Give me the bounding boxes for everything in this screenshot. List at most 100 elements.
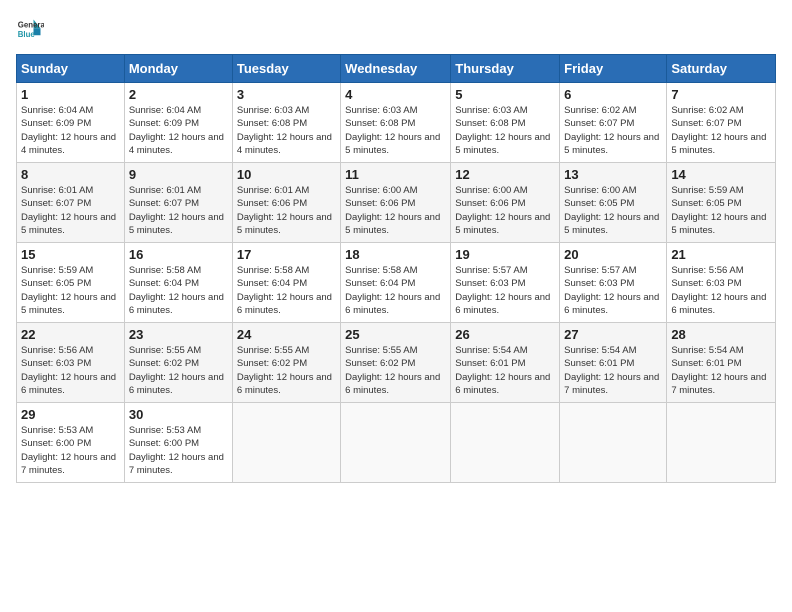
calendar-cell: 24 Sunrise: 5:55 AMSunset: 6:02 PMDaylig…	[232, 323, 340, 403]
day-info: Sunrise: 5:56 AMSunset: 6:03 PMDaylight:…	[671, 264, 771, 317]
calendar-week-2: 8 Sunrise: 6:01 AMSunset: 6:07 PMDayligh…	[17, 163, 776, 243]
calendar-cell: 1 Sunrise: 6:04 AMSunset: 6:09 PMDayligh…	[17, 83, 125, 163]
calendar-cell: 8 Sunrise: 6:01 AMSunset: 6:07 PMDayligh…	[17, 163, 125, 243]
calendar-header: SundayMondayTuesdayWednesdayThursdayFrid…	[17, 55, 776, 83]
day-info: Sunrise: 6:03 AMSunset: 6:08 PMDaylight:…	[455, 104, 555, 157]
day-number: 5	[455, 87, 555, 102]
calendar-cell: 28 Sunrise: 5:54 AMSunset: 6:01 PMDaylig…	[667, 323, 776, 403]
day-number: 1	[21, 87, 120, 102]
calendar-cell: 23 Sunrise: 5:55 AMSunset: 6:02 PMDaylig…	[124, 323, 232, 403]
day-info: Sunrise: 5:56 AMSunset: 6:03 PMDaylight:…	[21, 344, 120, 397]
calendar-cell: 12 Sunrise: 6:00 AMSunset: 6:06 PMDaylig…	[451, 163, 560, 243]
day-number: 19	[455, 247, 555, 262]
calendar-cell: 5 Sunrise: 6:03 AMSunset: 6:08 PMDayligh…	[451, 83, 560, 163]
day-number: 21	[671, 247, 771, 262]
day-number: 14	[671, 167, 771, 182]
day-info: Sunrise: 6:04 AMSunset: 6:09 PMDaylight:…	[21, 104, 120, 157]
day-info: Sunrise: 6:00 AMSunset: 6:05 PMDaylight:…	[564, 184, 662, 237]
logo: General Blue	[16, 16, 44, 44]
day-info: Sunrise: 5:55 AMSunset: 6:02 PMDaylight:…	[345, 344, 446, 397]
calendar-week-1: 1 Sunrise: 6:04 AMSunset: 6:09 PMDayligh…	[17, 83, 776, 163]
calendar-cell: 7 Sunrise: 6:02 AMSunset: 6:07 PMDayligh…	[667, 83, 776, 163]
day-info: Sunrise: 6:03 AMSunset: 6:08 PMDaylight:…	[345, 104, 446, 157]
day-number: 2	[129, 87, 228, 102]
day-number: 29	[21, 407, 120, 422]
day-number: 3	[237, 87, 336, 102]
calendar-cell: 10 Sunrise: 6:01 AMSunset: 6:06 PMDaylig…	[232, 163, 340, 243]
day-info: Sunrise: 5:55 AMSunset: 6:02 PMDaylight:…	[237, 344, 336, 397]
day-info: Sunrise: 5:54 AMSunset: 6:01 PMDaylight:…	[671, 344, 771, 397]
day-info: Sunrise: 5:58 AMSunset: 6:04 PMDaylight:…	[237, 264, 336, 317]
calendar-cell	[341, 403, 451, 483]
day-info: Sunrise: 6:03 AMSunset: 6:08 PMDaylight:…	[237, 104, 336, 157]
page-header: General Blue	[16, 16, 776, 44]
day-info: Sunrise: 6:01 AMSunset: 6:07 PMDaylight:…	[21, 184, 120, 237]
calendar-cell: 18 Sunrise: 5:58 AMSunset: 6:04 PMDaylig…	[341, 243, 451, 323]
day-info: Sunrise: 6:04 AMSunset: 6:09 PMDaylight:…	[129, 104, 228, 157]
day-number: 27	[564, 327, 662, 342]
calendar-cell: 13 Sunrise: 6:00 AMSunset: 6:05 PMDaylig…	[560, 163, 667, 243]
day-number: 28	[671, 327, 771, 342]
day-number: 24	[237, 327, 336, 342]
day-info: Sunrise: 5:54 AMSunset: 6:01 PMDaylight:…	[564, 344, 662, 397]
day-info: Sunrise: 5:57 AMSunset: 6:03 PMDaylight:…	[564, 264, 662, 317]
day-number: 16	[129, 247, 228, 262]
calendar-cell: 16 Sunrise: 5:58 AMSunset: 6:04 PMDaylig…	[124, 243, 232, 323]
day-info: Sunrise: 5:55 AMSunset: 6:02 PMDaylight:…	[129, 344, 228, 397]
calendar-cell: 15 Sunrise: 5:59 AMSunset: 6:05 PMDaylig…	[17, 243, 125, 323]
day-number: 23	[129, 327, 228, 342]
day-number: 11	[345, 167, 446, 182]
day-info: Sunrise: 5:57 AMSunset: 6:03 PMDaylight:…	[455, 264, 555, 317]
svg-text:Blue: Blue	[18, 30, 36, 39]
calendar-cell: 2 Sunrise: 6:04 AMSunset: 6:09 PMDayligh…	[124, 83, 232, 163]
calendar-table: SundayMondayTuesdayWednesdayThursdayFrid…	[16, 54, 776, 483]
day-info: Sunrise: 5:54 AMSunset: 6:01 PMDaylight:…	[455, 344, 555, 397]
day-number: 22	[21, 327, 120, 342]
calendar-cell: 21 Sunrise: 5:56 AMSunset: 6:03 PMDaylig…	[667, 243, 776, 323]
day-info: Sunrise: 5:53 AMSunset: 6:00 PMDaylight:…	[129, 424, 228, 477]
logo-icon: General Blue	[16, 16, 44, 44]
day-info: Sunrise: 5:53 AMSunset: 6:00 PMDaylight:…	[21, 424, 120, 477]
day-info: Sunrise: 5:59 AMSunset: 6:05 PMDaylight:…	[21, 264, 120, 317]
column-header-tuesday: Tuesday	[232, 55, 340, 83]
calendar-cell: 20 Sunrise: 5:57 AMSunset: 6:03 PMDaylig…	[560, 243, 667, 323]
column-header-wednesday: Wednesday	[341, 55, 451, 83]
day-number: 17	[237, 247, 336, 262]
day-number: 4	[345, 87, 446, 102]
day-info: Sunrise: 6:00 AMSunset: 6:06 PMDaylight:…	[455, 184, 555, 237]
calendar-week-3: 15 Sunrise: 5:59 AMSunset: 6:05 PMDaylig…	[17, 243, 776, 323]
calendar-cell	[560, 403, 667, 483]
day-number: 18	[345, 247, 446, 262]
calendar-cell	[232, 403, 340, 483]
day-number: 12	[455, 167, 555, 182]
day-number: 30	[129, 407, 228, 422]
day-number: 6	[564, 87, 662, 102]
day-info: Sunrise: 5:59 AMSunset: 6:05 PMDaylight:…	[671, 184, 771, 237]
calendar-cell: 11 Sunrise: 6:00 AMSunset: 6:06 PMDaylig…	[341, 163, 451, 243]
day-info: Sunrise: 6:02 AMSunset: 6:07 PMDaylight:…	[564, 104, 662, 157]
day-number: 9	[129, 167, 228, 182]
calendar-cell: 26 Sunrise: 5:54 AMSunset: 6:01 PMDaylig…	[451, 323, 560, 403]
column-header-friday: Friday	[560, 55, 667, 83]
calendar-cell: 30 Sunrise: 5:53 AMSunset: 6:00 PMDaylig…	[124, 403, 232, 483]
day-number: 25	[345, 327, 446, 342]
calendar-cell: 9 Sunrise: 6:01 AMSunset: 6:07 PMDayligh…	[124, 163, 232, 243]
calendar-week-4: 22 Sunrise: 5:56 AMSunset: 6:03 PMDaylig…	[17, 323, 776, 403]
day-info: Sunrise: 6:01 AMSunset: 6:07 PMDaylight:…	[129, 184, 228, 237]
day-number: 8	[21, 167, 120, 182]
day-number: 15	[21, 247, 120, 262]
calendar-cell: 22 Sunrise: 5:56 AMSunset: 6:03 PMDaylig…	[17, 323, 125, 403]
calendar-cell	[451, 403, 560, 483]
calendar-cell: 19 Sunrise: 5:57 AMSunset: 6:03 PMDaylig…	[451, 243, 560, 323]
day-info: Sunrise: 6:01 AMSunset: 6:06 PMDaylight:…	[237, 184, 336, 237]
calendar-cell: 29 Sunrise: 5:53 AMSunset: 6:00 PMDaylig…	[17, 403, 125, 483]
calendar-cell	[667, 403, 776, 483]
calendar-cell: 3 Sunrise: 6:03 AMSunset: 6:08 PMDayligh…	[232, 83, 340, 163]
day-number: 10	[237, 167, 336, 182]
day-number: 13	[564, 167, 662, 182]
column-header-thursday: Thursday	[451, 55, 560, 83]
calendar-cell: 25 Sunrise: 5:55 AMSunset: 6:02 PMDaylig…	[341, 323, 451, 403]
calendar-cell: 17 Sunrise: 5:58 AMSunset: 6:04 PMDaylig…	[232, 243, 340, 323]
calendar-week-5: 29 Sunrise: 5:53 AMSunset: 6:00 PMDaylig…	[17, 403, 776, 483]
day-number: 26	[455, 327, 555, 342]
